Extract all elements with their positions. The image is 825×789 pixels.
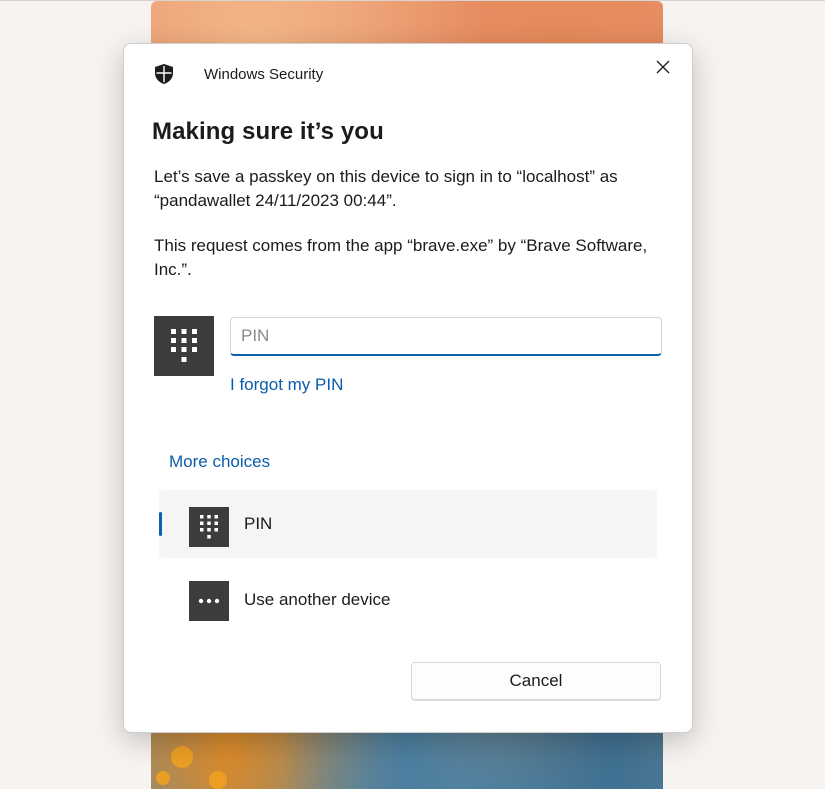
pin-input[interactable]: [230, 317, 662, 356]
close-icon: [656, 60, 670, 74]
cancel-button[interactable]: Cancel: [411, 662, 661, 700]
flower-decoration: [171, 746, 193, 768]
forgot-pin-link[interactable]: I forgot my PIN: [230, 375, 343, 395]
shield-icon: [155, 64, 173, 84]
app-title: Windows Security: [204, 66, 324, 83]
selection-indicator: [159, 512, 162, 536]
choice-icon-tile: [189, 507, 229, 547]
close-button[interactable]: [650, 54, 676, 80]
pin-keypad-tile: [154, 316, 214, 376]
dialog-heading: Making sure it’s you: [152, 118, 384, 145]
flower-decoration: [156, 771, 170, 785]
more-choices-link[interactable]: More choices: [169, 452, 270, 472]
passkey-message: Let’s save a passkey on this device to s…: [154, 167, 618, 210]
choice-use-another-device[interactable]: Use another device: [159, 567, 657, 635]
more-dots-icon: [198, 598, 220, 604]
choice-pin[interactable]: PIN: [159, 490, 657, 558]
keypad-icon: [200, 515, 218, 539]
choice-label: Use another device: [244, 590, 391, 609]
choice-label: PIN: [244, 514, 273, 533]
keypad-icon: [171, 329, 197, 362]
request-source-message: This request comes from the app “brave.e…: [154, 236, 648, 279]
flower-decoration: [209, 771, 227, 789]
choice-icon-tile: [189, 581, 229, 621]
windows-security-dialog: Windows Security Making sure it’s you Le…: [123, 43, 693, 733]
